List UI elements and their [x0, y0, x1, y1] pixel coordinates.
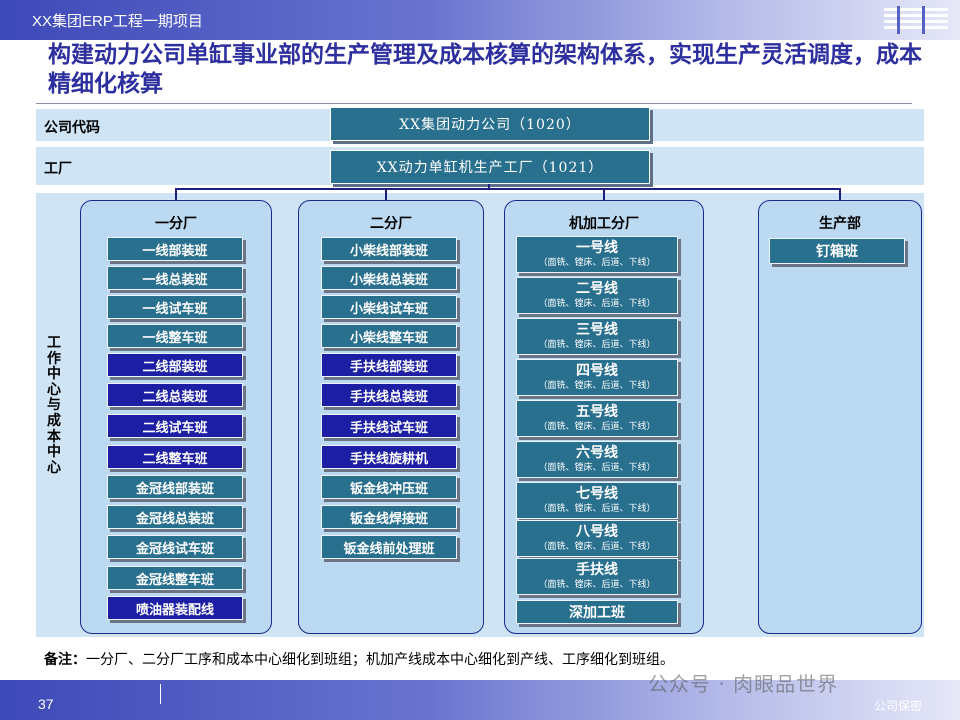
footer-separator: [160, 684, 161, 704]
line-name: 五号线: [576, 404, 618, 420]
workgroup-button[interactable]: 手扶线总装班: [321, 383, 457, 407]
title-divider: [36, 103, 912, 104]
production-line-button[interactable]: 六号线 （面铣、镗床、后道、下线）: [516, 441, 678, 478]
ibm-logo-text: IBM: [915, 26, 917, 28]
line-subtitle: （面铣、镗床、后道、下线）: [538, 299, 656, 309]
factory-label: 工厂: [44, 161, 72, 177]
footnote-text: 一分厂、二分厂工序和成本中心细化到班组；机加产线成本中心细化到产线、工序细化到班…: [86, 652, 674, 668]
production-line-button[interactable]: 手扶线 （面铣、镗床、后道、下线）: [516, 558, 678, 595]
production-line-button[interactable]: 三号线 （面铣、镗床、后道、下线）: [516, 318, 678, 355]
workgroup-button[interactable]: 二线整车班: [107, 445, 243, 469]
workgroup-button[interactable]: 一线总装班: [107, 266, 243, 290]
workgroup-button[interactable]: 一线部装班: [107, 237, 243, 261]
footnote-label: 备注：: [44, 652, 86, 668]
confidential-label: 公司保密: [874, 699, 923, 713]
workgroup-button[interactable]: 喷油器装配线: [107, 596, 243, 620]
workgroup-button[interactable]: 小柴线整车班: [321, 324, 457, 348]
line-name: 二号线: [576, 281, 618, 297]
line-name: 六号线: [576, 445, 618, 461]
production-line-button[interactable]: 五号线 （面铣、镗床、后道、下线）: [516, 400, 678, 437]
top-header-bar: XX集团ERP工程一期项目 IBM: [0, 0, 960, 40]
panel-title: 生产部: [819, 216, 861, 232]
page-number: 37: [38, 696, 54, 712]
production-line-button[interactable]: 八号线 （面铣、镗床、后道、下线）: [516, 520, 678, 557]
panel-title: 二分厂: [370, 216, 412, 232]
workgroup-button[interactable]: 小柴线部装班: [321, 237, 457, 261]
workgroup-button[interactable]: 一线试车班: [107, 295, 243, 319]
watermark-text: 公众号 · 肉眼品世界: [648, 672, 839, 696]
workgroup-button[interactable]: 二线试车班: [107, 414, 243, 438]
workgroup-button[interactable]: 手扶线试车班: [321, 414, 457, 438]
workgroup-button[interactable]: 手扶线旋耕机: [321, 445, 457, 469]
workgroup-button[interactable]: 金冠线整车班: [107, 566, 243, 590]
production-line-button[interactable]: 二号线 （面铣、镗床、后道、下线）: [516, 277, 678, 314]
workgroup-button[interactable]: 金冠线试车班: [107, 535, 243, 559]
workgroup-button[interactable]: 二线总装班: [107, 383, 243, 407]
deep-processing-button[interactable]: 深加工班: [516, 600, 678, 624]
line-subtitle: （面铣、镗床、后道、下线）: [538, 340, 656, 350]
workgroup-button[interactable]: 一线整车班: [107, 324, 243, 348]
project-name: XX集团ERP工程一期项目: [32, 13, 203, 30]
workgroup-button[interactable]: 金冠线部装班: [107, 475, 243, 499]
work-center-label: 工作中心与成本中心: [47, 335, 61, 476]
factory-box[interactable]: XX动力单缸机生产工厂（1021）: [330, 150, 650, 184]
line-subtitle: （面铣、镗床、后道、下线）: [538, 422, 656, 432]
panel-title: 一分厂: [155, 216, 197, 232]
panel-production-dept: 生产部: [758, 200, 922, 634]
line-name: 四号线: [576, 363, 618, 379]
line-subtitle: （面铣、镗床、后道、下线）: [538, 542, 656, 552]
line-subtitle: （面铣、镗床、后道、下线）: [538, 504, 656, 514]
line-subtitle: （面铣、镗床、后道、下线）: [538, 381, 656, 391]
page-title: 构建动力公司单缸事业部的生产管理及成本核算的架构体系，实现生产灵活调度，成本精细…: [48, 41, 922, 97]
workgroup-button[interactable]: 金冠线总装班: [107, 505, 243, 529]
line-subtitle: （面铣、镗床、后道、下线）: [538, 463, 656, 473]
line-name: 七号线: [576, 486, 618, 502]
line-name: 一号线: [576, 240, 618, 256]
footnote: 备注：一分厂、二分厂工序和成本中心细化到班组；机加产线成本中心细化到产线、工序细…: [44, 649, 674, 669]
company-box[interactable]: XX集团动力公司（1020）: [330, 107, 650, 141]
company-code-label: 公司代码: [44, 120, 100, 136]
workgroup-button[interactable]: 小柴线总装班: [321, 266, 457, 290]
line-name: 三号线: [576, 322, 618, 338]
workgroup-button[interactable]: 钉箱班: [769, 238, 905, 264]
workgroup-button[interactable]: 二线部装班: [107, 353, 243, 377]
production-line-button[interactable]: 四号线 （面铣、镗床、后道、下线）: [516, 359, 678, 396]
production-line-button[interactable]: 一号线 （面铣、镗床、后道、下线）: [516, 236, 678, 273]
workgroup-button[interactable]: 小柴线试车班: [321, 295, 457, 319]
ibm-logo-icon: IBM: [884, 6, 948, 34]
workgroup-button[interactable]: 钣金线冲压班: [321, 475, 457, 499]
line-name: 手扶线: [576, 562, 618, 578]
line-subtitle: （面铣、镗床、后道、下线）: [538, 580, 656, 590]
line-name: 八号线: [576, 524, 618, 540]
workgroup-button[interactable]: 钣金线焊接班: [321, 505, 457, 529]
line-subtitle: （面铣、镗床、后道、下线）: [538, 258, 656, 268]
panel-title: 机加工分厂: [569, 216, 639, 232]
workgroup-button[interactable]: 手扶线部装班: [321, 353, 457, 377]
production-line-button[interactable]: 七号线 （面铣、镗床、后道、下线）: [516, 482, 678, 519]
workgroup-button[interactable]: 钣金线前处理班: [321, 535, 457, 559]
connector-horizontal: [175, 188, 841, 190]
